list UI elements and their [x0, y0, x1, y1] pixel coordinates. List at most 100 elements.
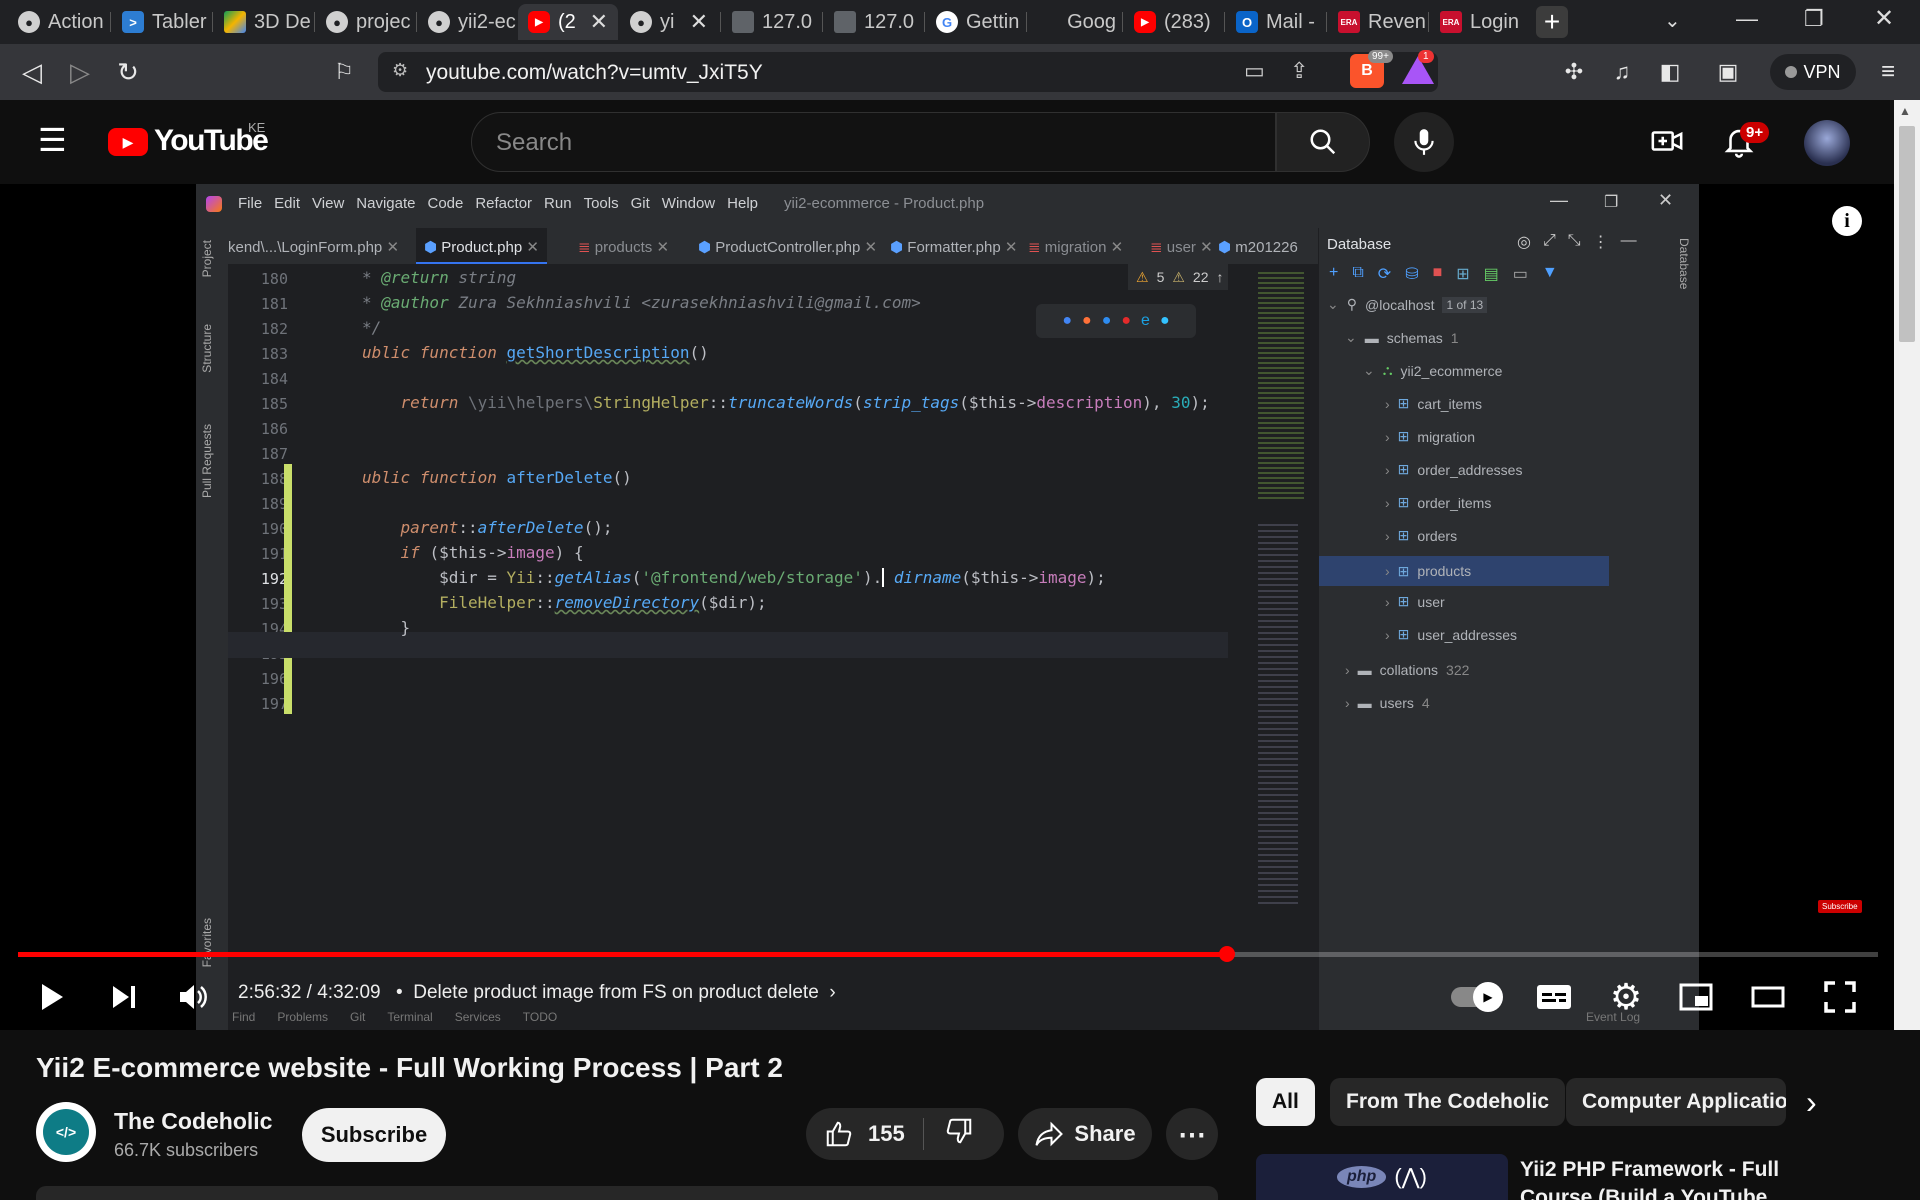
chips-next-chevron-icon[interactable]: › — [1806, 1084, 1817, 1121]
browser-tab[interactable]: ERA Reven — [1328, 4, 1426, 40]
browser-tab[interactable]: 127.0 — [722, 4, 820, 40]
fullscreen-button[interactable] — [1820, 972, 1860, 1022]
subscribe-watermark[interactable]: Subscribe — [1818, 900, 1862, 913]
share-button[interactable]: Share — [1018, 1108, 1152, 1160]
line-number: 193 — [260, 595, 288, 613]
next-video-button[interactable] — [104, 972, 144, 1022]
progress-bar[interactable] — [18, 946, 1878, 962]
volume-button[interactable] — [174, 972, 214, 1022]
table-icon: ⊞ — [1397, 461, 1410, 477]
browser-tab[interactable]: Goog — [1028, 4, 1126, 40]
browser-tab[interactable]: > Tabler — [112, 4, 210, 40]
play-icon — [42, 984, 63, 1010]
browser-tab[interactable]: ▶ (283) — [1124, 4, 1222, 40]
create-video-icon[interactable] — [1650, 124, 1684, 163]
reload-icon[interactable]: ↻ — [110, 54, 146, 90]
media-icon[interactable]: ♫ — [1604, 54, 1640, 90]
suggested-video-title[interactable]: Yii2 PHP Framework - Full Course (Build … — [1520, 1156, 1830, 1200]
avatar[interactable] — [1804, 120, 1850, 166]
guide-menu-icon[interactable]: ☰ — [38, 124, 67, 156]
line-number: 182 — [260, 320, 288, 338]
minimize-icon[interactable]: — — [1736, 6, 1758, 32]
cast-icon[interactable]: ▭ — [1244, 58, 1265, 84]
browser-tab-active[interactable]: ▶ (2 ✕ — [518, 4, 618, 40]
browser-tab[interactable]: 127.0 — [824, 4, 922, 40]
miniplayer-button[interactable] — [1676, 972, 1716, 1022]
settings-gear-icon[interactable]: ⚙ — [1606, 972, 1646, 1022]
channel-name[interactable]: The Codeholic — [114, 1108, 272, 1135]
chapter-title[interactable]: • Delete product image from FS on produc… — [396, 982, 836, 1004]
suggested-video-thumbnail[interactable]: php (⋀) — [1256, 1154, 1508, 1200]
voice-search-button[interactable] — [1394, 112, 1454, 172]
site-info-icon[interactable]: ⚙ — [392, 60, 408, 81]
close-tab-icon[interactable]: ✕ — [590, 9, 608, 35]
browser-tab[interactable]: ● Action — [8, 4, 108, 40]
editor-tab: ⬢ ProductController.php ✕ — [698, 239, 878, 256]
ide-menu-items: File Edit View Navigate Code Refactor Run Tools… — [238, 195, 758, 212]
browser-tab[interactable]: ● projec — [316, 4, 414, 40]
tab-label: Tabler — [152, 10, 207, 33]
editor-tab: ≣ migration ✕ — [1028, 239, 1124, 256]
channel-avatar[interactable]: </> — [36, 1102, 96, 1162]
video-frame[interactable]: File Edit View Navigate Code Refactor Run Tools… — [196, 184, 1862, 1030]
address-bar[interactable]: ⚙ youtube.com/watch?v=umtv_JxiT5Y ▭ ⇪ — [378, 52, 1438, 92]
browser-tab[interactable]: O Mail - — [1226, 4, 1324, 40]
chip-from-channel[interactable]: From The Codeholic — [1330, 1078, 1566, 1126]
tab-search-chevron-icon[interactable]: ⌄ — [1664, 8, 1681, 33]
github-icon: ● — [18, 11, 40, 33]
vpn-button[interactable]: VPN — [1770, 54, 1856, 90]
ide-window-title: yii2-ecommerce - Product.php — [784, 195, 985, 212]
console-icon: ▭ — [1512, 266, 1528, 283]
db-collations-row: › ▬ collations 322 — [1345, 662, 1470, 678]
browser-tab[interactable]: 3D De — [214, 4, 312, 40]
alert-badge: 1 — [1418, 50, 1434, 63]
era-icon: ERA — [1440, 11, 1462, 33]
search-input[interactable]: Search — [496, 129, 572, 157]
scroll-up-arrow-icon[interactable]: ▲ — [1899, 104, 1911, 118]
phpstorm-logo-icon — [206, 196, 222, 212]
url-text[interactable]: youtube.com/watch?v=umtv_JxiT5Y — [426, 61, 763, 85]
forward-icon[interactable]: ▷ — [62, 54, 98, 90]
browser-tab[interactable]: ● yi ✕ — [620, 4, 718, 40]
restore-icon[interactable]: ❐ — [1804, 6, 1824, 32]
subscribe-button[interactable]: Subscribe — [302, 1108, 446, 1162]
search-box[interactable]: Search — [471, 112, 1276, 172]
browser-tab[interactable]: ERA Login — [1430, 4, 1528, 40]
more-actions-button[interactable]: ⋯ — [1166, 1108, 1218, 1160]
chip-all[interactable]: All — [1256, 1078, 1315, 1126]
video-player[interactable]: File Edit View Navigate Code Refactor Run Tools… — [0, 184, 1920, 1030]
table-view-icon: ⊞ — [1456, 266, 1470, 283]
microphone-icon — [1414, 129, 1434, 155]
progress-scrubber[interactable] — [1219, 946, 1235, 962]
play-button[interactable] — [32, 972, 72, 1022]
captions-button[interactable] — [1534, 972, 1574, 1022]
volume-icon — [180, 985, 207, 1009]
like-button[interactable]: 155 — [806, 1118, 924, 1150]
line-number: 191 — [260, 545, 288, 563]
autoplay-toggle[interactable]: ▶ — [1448, 972, 1504, 1022]
dislike-button[interactable] — [924, 1116, 974, 1152]
scrollbar-thumb[interactable] — [1899, 126, 1915, 342]
ide-menu-item: Help — [727, 195, 758, 212]
editor-tab: ⬢ m201226 — [1218, 239, 1298, 256]
description-box[interactable] — [36, 1186, 1218, 1200]
info-icon[interactable]: i — [1832, 206, 1862, 236]
browser-tab[interactable]: G Gettin — [926, 4, 1024, 40]
back-icon[interactable]: ◁ — [14, 54, 50, 90]
theater-mode-button[interactable] — [1748, 972, 1788, 1022]
share-page-icon[interactable]: ⇪ — [1290, 58, 1308, 84]
close-tab-icon[interactable]: ✕ — [690, 9, 708, 35]
browser-tab[interactable]: ● yii2-ec — [418, 4, 516, 40]
youtube-logo-icon[interactable]: ▶ — [108, 128, 148, 156]
chip-topic[interactable]: Computer Applicatio — [1566, 1078, 1786, 1126]
new-tab-button[interactable]: + — [1536, 6, 1568, 38]
table-icon: ⊞ — [1397, 428, 1410, 444]
search-button[interactable] — [1276, 112, 1370, 172]
menu-icon[interactable]: ≡ — [1870, 54, 1906, 90]
close-window-icon[interactable]: ✕ — [1874, 4, 1894, 33]
bookmark-icon[interactable]: ⚐ — [326, 54, 362, 90]
wallet-icon[interactable]: ▣ — [1710, 54, 1746, 90]
sidebar-icon[interactable]: ◧ — [1652, 54, 1688, 90]
refresh-icon: ⟳ — [1377, 266, 1392, 283]
extensions-icon[interactable]: ✣ — [1556, 54, 1592, 90]
